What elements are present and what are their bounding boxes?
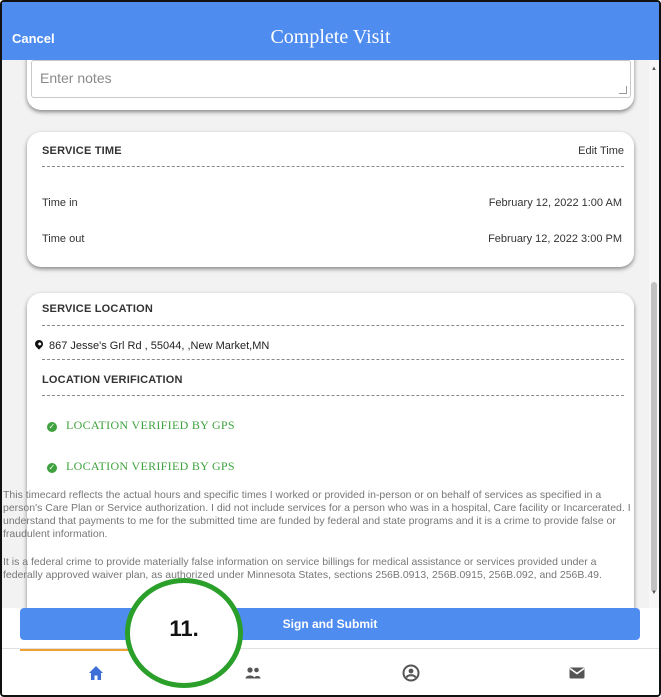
- divider: [42, 325, 624, 326]
- time-out-value: February 12, 2022 3:00 PM: [488, 233, 622, 245]
- scroll-up-icon[interactable]: ▲: [651, 66, 657, 72]
- address-text: 867 Jesse's Grl Rd , 55044, ,New Market,…: [49, 340, 270, 352]
- notes-placeholder: Enter notes: [40, 70, 112, 86]
- map-pin-icon: [33, 338, 45, 350]
- step-annotation-label: 11.: [169, 616, 199, 641]
- scrollbar[interactable]: ▲ ▼: [649, 60, 659, 608]
- edit-time-button[interactable]: Edit Time: [578, 145, 624, 157]
- address-row: 867 Jesse's Grl Rd , 55044, ,New Market,…: [33, 338, 270, 352]
- location-verification-heading: LOCATION VERIFICATION: [42, 374, 183, 386]
- divider: [42, 395, 624, 396]
- people-icon[interactable]: [243, 663, 263, 683]
- scroll-down-icon[interactable]: ▼: [651, 590, 657, 596]
- notes-input[interactable]: Enter notes: [31, 60, 631, 98]
- verified-status-1: ✓ LOCATION VERIFIED BY GPS: [47, 418, 235, 433]
- check-circle-icon: ✓: [47, 463, 57, 473]
- divider: [42, 166, 624, 167]
- header-bar: Cancel Complete Visit: [2, 2, 659, 60]
- notes-card: Enter notes: [27, 60, 634, 110]
- scrollbar-thumb[interactable]: [651, 282, 657, 592]
- time-in-label: Time in: [42, 197, 78, 209]
- scroll-content[interactable]: Enter notes SERVICE TIME Edit Time Time …: [2, 60, 659, 608]
- verified-text-1: LOCATION VERIFIED BY GPS: [66, 418, 235, 432]
- account-icon[interactable]: [401, 663, 421, 683]
- verified-text-2: LOCATION VERIFIED BY GPS: [66, 459, 235, 473]
- service-time-card: SERVICE TIME Edit Time Time in February …: [27, 132, 634, 267]
- step-annotation: 11.: [125, 578, 243, 688]
- resize-handle-icon[interactable]: [619, 86, 627, 94]
- verified-status-2: ✓ LOCATION VERIFIED BY GPS: [47, 459, 235, 474]
- divider: [42, 359, 624, 360]
- service-location-card: SERVICE LOCATION 867 Jesse's Grl Rd , 55…: [3, 293, 634, 608]
- bottom-nav: [2, 648, 659, 695]
- service-location-heading: SERVICE LOCATION: [42, 303, 153, 315]
- page-title: Complete Visit: [270, 26, 391, 48]
- app-frame: Cancel Complete Visit Enter notes SERVIC…: [0, 0, 661, 697]
- legal-paragraph-1: This timecard reflects the actual hours …: [3, 489, 631, 540]
- legal-paragraph-2: It is a federal crime to provide materia…: [3, 556, 602, 581]
- sign-and-submit-button[interactable]: Sign and Submit: [20, 608, 640, 640]
- time-in-value: February 12, 2022 1:00 AM: [488, 197, 622, 209]
- mail-icon[interactable]: [567, 663, 587, 683]
- service-time-heading: SERVICE TIME: [42, 145, 122, 157]
- time-out-label: Time out: [42, 233, 85, 245]
- home-icon[interactable]: [86, 663, 106, 683]
- check-circle-icon: ✓: [47, 422, 57, 432]
